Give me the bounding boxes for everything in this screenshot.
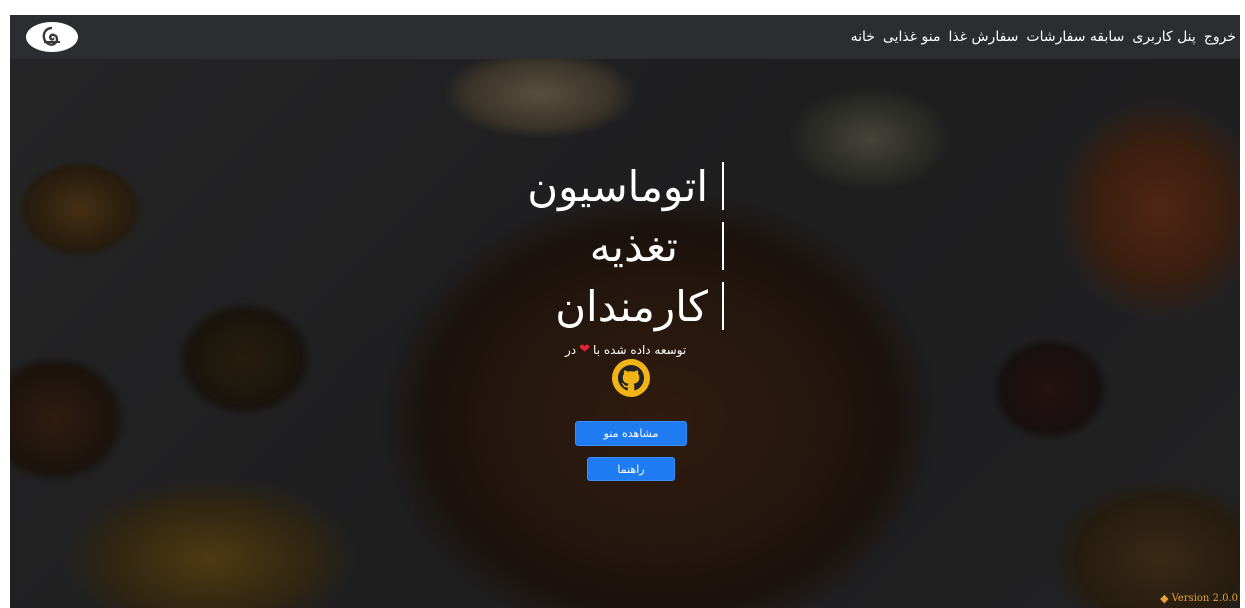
heart-icon: ❤ (579, 342, 591, 357)
nav-user-panel[interactable]: پنل کاربری (1132, 29, 1195, 45)
version-text: Version 2.0.0 (1171, 593, 1238, 604)
version-badge: ◆ Version 2.0.0 (1160, 592, 1238, 605)
nav-order-history[interactable]: سابقه سفارشات (1026, 29, 1124, 45)
nav-food-menu[interactable]: منو غذایی (883, 29, 941, 45)
hero-title: اتوماسیون تغذیه کارمندان (10, 59, 1240, 608)
title-divider (722, 162, 724, 210)
hero-section: اتوماسیون تغذیه کارمندان توسعه داده شده … (10, 59, 1240, 608)
nav-logout[interactable]: خروج (1204, 29, 1236, 45)
title-divider (722, 282, 724, 330)
title-line-3: کارمندان (555, 282, 708, 331)
developed-with-text: توسعه داده شده با ❤ در (565, 342, 720, 357)
nav-order-food[interactable]: سفارش غذا (948, 29, 1018, 45)
title-line-2: تغذیه (589, 222, 678, 271)
github-link[interactable] (612, 359, 650, 397)
nav-links: خانه منو غذایی سفارش غذا سابقه سفارشات پ… (851, 15, 1236, 59)
title-line-1: اتوماسیون (527, 162, 708, 211)
top-navbar: خانه منو غذایی سفارش غذا سابقه سفارشات پ… (10, 15, 1240, 59)
title-divider (722, 222, 724, 270)
nautilus-logo-icon (42, 26, 60, 46)
subtitle-suffix: در (565, 342, 577, 357)
diamond-icon: ◆ (1160, 592, 1169, 605)
guide-button[interactable]: راهنما (587, 457, 675, 481)
subtitle-prefix: توسعه داده شده با (593, 342, 687, 357)
view-menu-button[interactable]: مشاهده منو (575, 421, 687, 446)
logo[interactable] (26, 22, 78, 52)
github-icon (618, 365, 644, 391)
nav-home[interactable]: خانه (851, 29, 875, 45)
